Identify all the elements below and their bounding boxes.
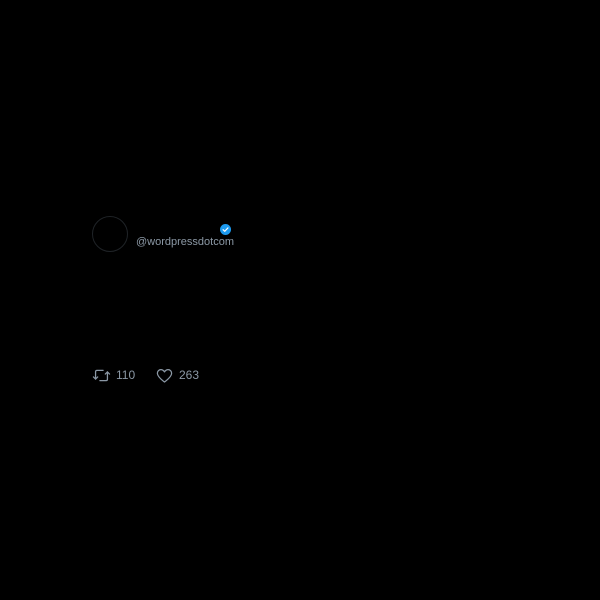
retweet-count: 110 xyxy=(116,368,136,382)
heart-icon xyxy=(155,366,174,385)
author-name-row: WordPress.com xyxy=(136,219,386,235)
tweet-actions: 110 263 xyxy=(92,365,392,385)
retweet-icon xyxy=(92,366,111,385)
tweet-author[interactable]: WordPress.com @wordpressdotcom xyxy=(92,215,392,255)
verified-badge-icon xyxy=(220,222,231,235)
tweet-card: WordPress.com @wordpressdotcom 110 263 xyxy=(92,215,512,395)
like-count: 263 xyxy=(179,368,200,382)
author-handle[interactable]: @wordpressdotcom xyxy=(136,236,234,248)
like-button[interactable]: 263 xyxy=(155,365,199,385)
avatar[interactable] xyxy=(92,216,128,252)
retweet-button[interactable]: 110 xyxy=(92,365,135,385)
